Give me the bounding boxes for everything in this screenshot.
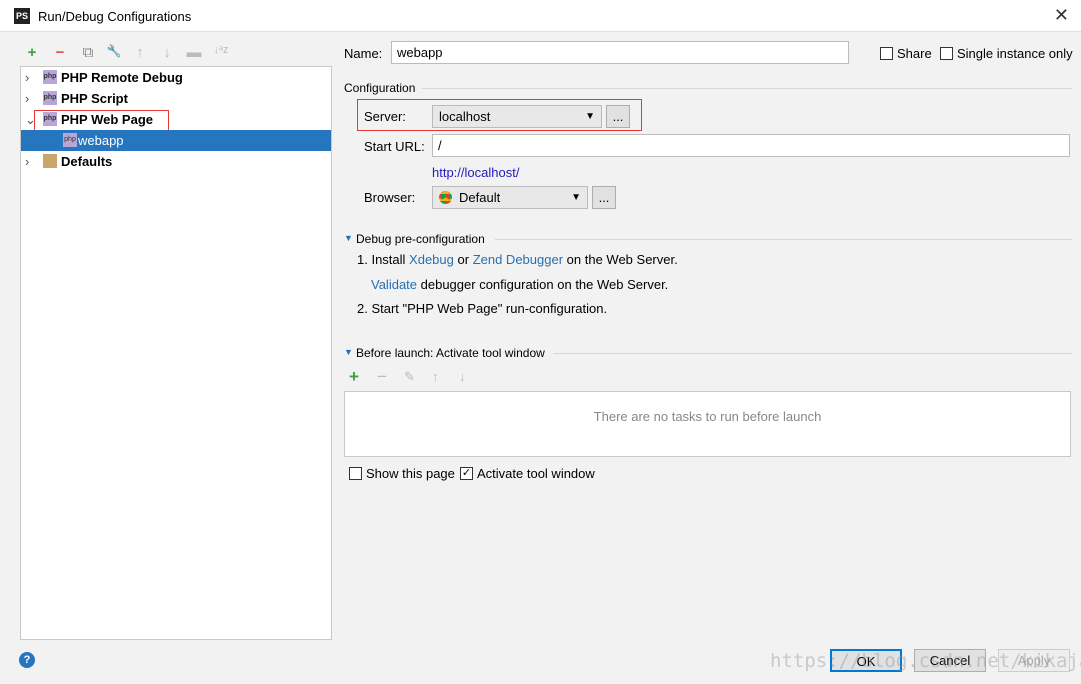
- move-up-icon[interactable]: ↑: [432, 369, 439, 384]
- watermark: https://blog.csdn.net/kikajack: [770, 650, 1081, 672]
- single-instance-checkbox[interactable]: [940, 47, 953, 60]
- start-url-label: Start URL:: [364, 139, 425, 154]
- remove-icon[interactable]: −: [50, 44, 70, 61]
- start-url-input[interactable]: [432, 134, 1070, 157]
- chevron-right-icon: ›: [25, 91, 30, 106]
- tree-item-php-remote-debug[interactable]: › php PHP Remote Debug: [21, 67, 331, 88]
- config-tree: › php PHP Remote Debug › php PHP Script ⌄ php…: [20, 66, 332, 640]
- name-label: Name:: [344, 46, 383, 61]
- activate-tool-window-label: Activate tool window: [477, 466, 595, 481]
- move-up-icon[interactable]: ↑: [130, 44, 150, 61]
- debug-step-1: 1. Install Xdebug or Zend Debugger on th…: [357, 252, 678, 267]
- chrome-icon: [439, 191, 452, 204]
- before-launch-heading[interactable]: Before launch: Activate tool window: [356, 346, 545, 360]
- help-icon[interactable]: ?: [19, 652, 35, 668]
- share-checkbox[interactable]: [880, 47, 893, 60]
- validate-link[interactable]: Validate: [371, 277, 417, 292]
- show-page-label: Show this page: [366, 466, 455, 481]
- app-logo-icon: PS: [14, 8, 30, 24]
- debug-step-2: 2. Start "PHP Web Page" run-configuratio…: [357, 301, 608, 316]
- validate-line: Validate debugger configuration on the W…: [371, 277, 669, 292]
- php-icon: php: [43, 91, 57, 105]
- single-instance-label: Single instance only: [957, 46, 1073, 61]
- share-label: Share: [897, 46, 932, 61]
- browser-select[interactable]: Default ▼: [432, 186, 588, 209]
- server-browse-button[interactable]: ...: [606, 105, 630, 128]
- divider: [553, 353, 1072, 354]
- wrench-icon[interactable]: 🔧: [104, 44, 124, 58]
- collapse-icon[interactable]: ▼: [344, 233, 353, 243]
- chevron-down-icon: ▼: [585, 111, 595, 122]
- configuration-heading: Configuration: [344, 81, 416, 95]
- copy-icon[interactable]: ⧉: [78, 44, 98, 61]
- add-icon[interactable]: +: [22, 44, 42, 61]
- highlight-box: [34, 110, 169, 132]
- remove-task-icon[interactable]: −: [377, 367, 387, 387]
- collapse-icon[interactable]: ▼: [344, 347, 353, 357]
- window-title: Run/Debug Configurations: [38, 9, 192, 24]
- sort-icon[interactable]: ↓ᵃz: [211, 44, 231, 56]
- php-icon: php: [43, 70, 57, 84]
- xdebug-link[interactable]: Xdebug: [409, 252, 454, 267]
- tree-item-defaults[interactable]: › Defaults: [21, 151, 331, 172]
- tree-item-php-script[interactable]: › php PHP Script: [21, 88, 331, 109]
- php-icon: php: [63, 133, 77, 147]
- tree-item-webapp[interactable]: php webapp: [21, 130, 331, 151]
- close-icon[interactable]: ✕: [1054, 5, 1069, 26]
- server-select[interactable]: localhost ▼: [432, 105, 602, 128]
- show-page-checkbox[interactable]: [349, 467, 362, 480]
- before-launch-task-list: There are no tasks to run before launch: [344, 391, 1071, 457]
- edit-task-icon[interactable]: ✎: [404, 369, 415, 385]
- folder-icon[interactable]: ▬: [184, 44, 204, 61]
- divider: [422, 88, 1072, 89]
- debug-preconfig-heading[interactable]: Debug pre-configuration: [356, 232, 485, 246]
- chevron-right-icon: ›: [25, 70, 30, 85]
- chevron-right-icon: ›: [25, 154, 30, 169]
- resolved-url: http://localhost/: [432, 165, 520, 180]
- zend-debugger-link[interactable]: Zend Debugger: [473, 252, 563, 267]
- name-input[interactable]: [391, 41, 849, 64]
- title-bar: PS Run/Debug Configurations ✕: [0, 0, 1081, 32]
- chevron-down-icon: ▼: [571, 192, 581, 203]
- browser-label: Browser:: [364, 190, 416, 205]
- move-down-icon[interactable]: ↓: [157, 44, 177, 61]
- move-down-icon[interactable]: ↓: [459, 369, 466, 384]
- wrench-icon: [43, 154, 57, 168]
- divider: [495, 239, 1072, 240]
- browser-browse-button[interactable]: ...: [592, 186, 616, 209]
- server-label: Server:: [364, 109, 406, 124]
- activate-tool-window-checkbox[interactable]: ✓: [460, 467, 473, 480]
- add-task-icon[interactable]: +: [349, 367, 359, 387]
